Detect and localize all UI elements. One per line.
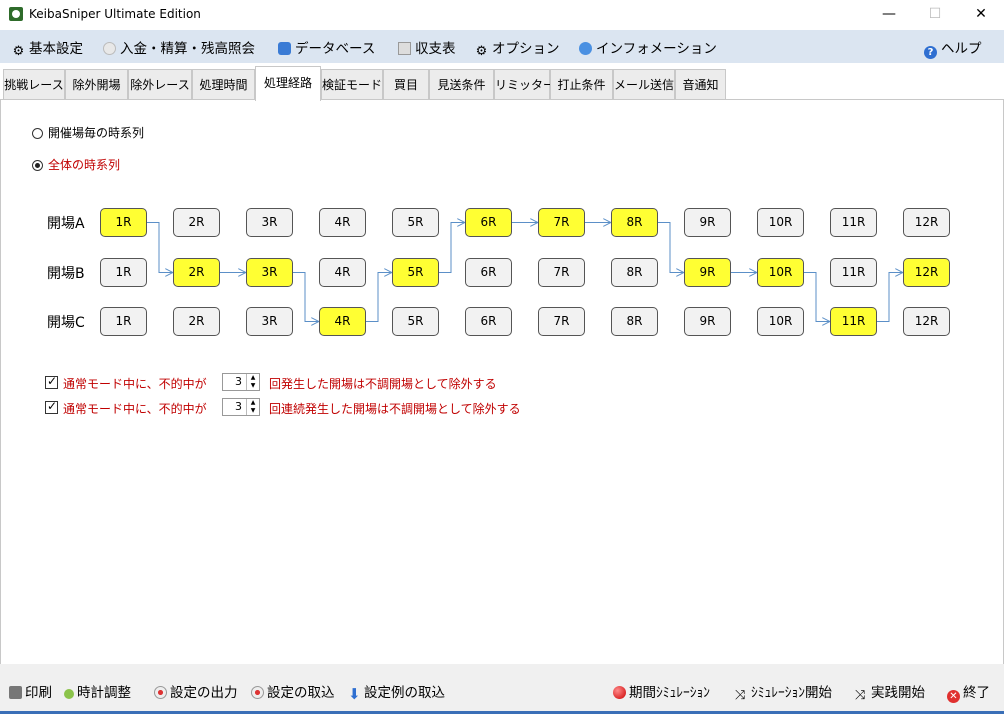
spin-up-icon[interactable]: ▲ <box>247 374 259 382</box>
tab-processing-route[interactable]: 処理経路 <box>255 66 321 101</box>
option-1-spinner[interactable]: 3 ▲ ▼ <box>222 373 260 391</box>
menu-information[interactable]: インフォメーション <box>579 37 717 57</box>
tab-verification-mode[interactable]: 検証モード <box>321 69 383 99</box>
option-1-suffix: 回発生した開場は不調開場として除外する <box>269 377 497 391</box>
spin-down-icon[interactable]: ▼ <box>247 382 259 390</box>
close-circle-icon: ✕ <box>947 690 960 703</box>
shuffle-icon: ⤨ <box>855 688 866 703</box>
menu-options[interactable]: ⚙ オプション <box>475 37 560 58</box>
live-start-button[interactable]: ⤨ 実践開始 <box>855 681 925 702</box>
help-icon: ? <box>924 46 937 59</box>
maximize-button[interactable]: ☐ <box>912 0 958 30</box>
period-simulation-button[interactable]: 期間ｼﾐｭﾚｰｼｮﾝ <box>613 681 710 701</box>
tab-skip-condition[interactable]: 見送条件 <box>429 69 494 99</box>
menu-database[interactable]: データベース <box>278 37 375 57</box>
option-1-value: 3 <box>235 375 242 388</box>
route-arrow <box>147 222 172 273</box>
menu-balance-sheet[interactable]: 収支表 <box>398 37 456 57</box>
tab-challenge-race[interactable]: 挑戦レース <box>3 69 65 99</box>
option-2-suffix: 回連続発生した開場は不調開場として除外する <box>269 402 521 416</box>
database-icon <box>278 42 291 55</box>
gear-icon: ⚙ <box>12 44 25 59</box>
export-settings-button[interactable]: 設定の出力 <box>154 681 238 701</box>
record-icon <box>251 686 264 699</box>
document-icon <box>398 42 411 55</box>
route-arrow <box>366 273 391 322</box>
import-example-button[interactable]: ⬇ 設定例の取込 <box>348 681 445 703</box>
clock-adjust-button[interactable]: 時計調整 <box>64 681 131 701</box>
spin-down-icon[interactable]: ▼ <box>247 407 259 415</box>
route-arrow <box>439 223 464 273</box>
minimize-button[interactable]: — <box>866 0 912 30</box>
spin-up-icon[interactable]: ▲ <box>247 399 259 407</box>
chat-bubble-icon <box>579 42 592 55</box>
settings-tabs: 挑戦レース 除外開場 除外レース 処理時間 処理経路 検証モード 買目 見送条件… <box>0 66 1004 101</box>
option-1-checkbox[interactable] <box>45 374 58 389</box>
option-2-label: 通常モード中に、不的中が <box>63 402 207 416</box>
tab-limiter[interactable]: リミッター <box>494 69 555 99</box>
tab-stop-condition[interactable]: 打止条件 <box>550 69 613 99</box>
route-arrow <box>804 272 829 322</box>
red-ball-icon <box>613 686 626 699</box>
gear-icon: ⚙ <box>475 44 488 59</box>
menu-help[interactable]: ? ヘルプ <box>924 37 982 59</box>
route-arrow <box>658 222 683 273</box>
bottom-toolbar: 印刷 時計調整 設定の出力 設定の取込 ⬇ 設定例の取込 期間ｼﾐｭﾚｰｼｮﾝ ⤨… <box>0 664 1004 714</box>
tab-processing-time[interactable]: 処理時間 <box>192 69 255 99</box>
menu-basic-settings[interactable]: ⚙ 基本設定 <box>12 37 83 58</box>
download-arrow-icon: ⬇ <box>348 685 361 703</box>
tab-sound-notify[interactable]: 音通知 <box>675 69 726 99</box>
tab-excluded-venue[interactable]: 除外開場 <box>65 69 128 99</box>
clock-icon <box>64 689 74 699</box>
coin-icon <box>103 42 116 55</box>
option-1-label: 通常モード中に、不的中が <box>63 377 207 391</box>
printer-icon <box>9 686 22 699</box>
record-icon <box>154 686 167 699</box>
simulation-start-button[interactable]: ⤨ ｼﾐｭﾚｰｼｮﾝ開始 <box>735 681 832 702</box>
option-2-value: 3 <box>235 400 242 413</box>
route-arrow <box>877 273 902 322</box>
print-button[interactable]: 印刷 <box>9 681 52 701</box>
exit-button[interactable]: ✕ 終了 <box>947 681 990 703</box>
tab-excluded-race[interactable]: 除外レース <box>128 69 192 99</box>
tab-bet-target[interactable]: 買目 <box>383 69 429 99</box>
close-button[interactable]: ✕ <box>958 0 1004 30</box>
window-title: KeibaSniper Ultimate Edition <box>29 7 201 21</box>
title-bar: KeibaSniper Ultimate Edition — ☐ ✕ <box>0 0 1004 30</box>
menu-deposit[interactable]: 入金・精算・残高照会 <box>103 37 255 57</box>
menu-bar: ⚙ 基本設定 入金・精算・残高照会 データベース 収支表 ⚙ オプション インフォメ… <box>0 30 1004 63</box>
route-arrow <box>293 272 318 322</box>
app-icon <box>9 7 23 21</box>
option-2-checkbox[interactable] <box>45 399 58 414</box>
option-2-spinner[interactable]: 3 ▲ ▼ <box>222 398 260 416</box>
tab-email[interactable]: メール送信 <box>613 69 675 99</box>
shuffle-icon: ⤨ <box>735 688 746 703</box>
route-path <box>147 100 1001 360</box>
import-settings-button[interactable]: 設定の取込 <box>251 681 335 701</box>
route-panel: 開催場毎の時系列 全体の時系列 開場A 1R 2R 3R 4R 5R 6R 7R 8R 9R 10R… <box>0 99 1004 666</box>
